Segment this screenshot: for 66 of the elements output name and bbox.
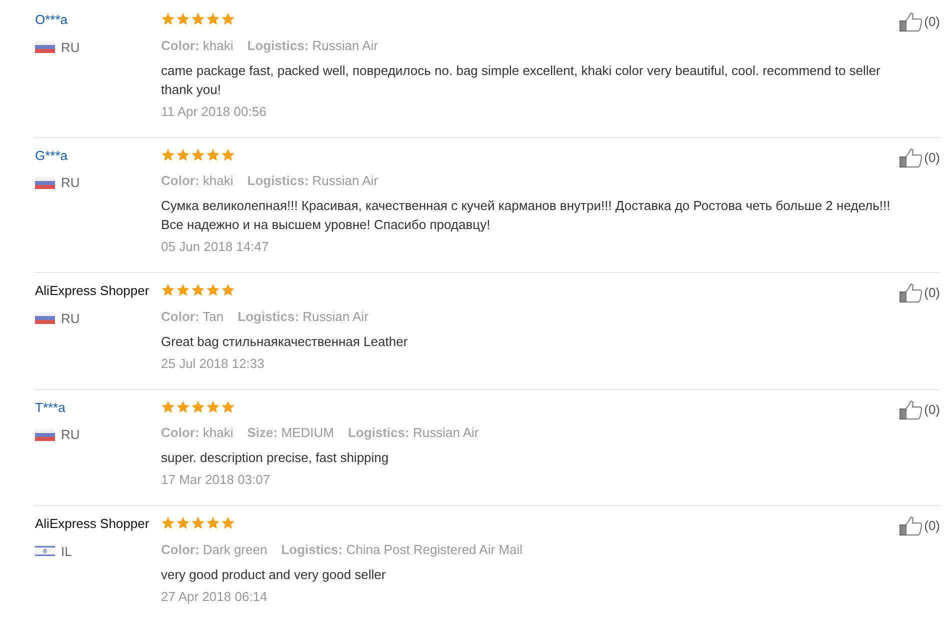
- star-icon: [176, 12, 190, 26]
- reviewer-name: AliExpress Shopper: [35, 515, 150, 533]
- star-icon: [161, 400, 175, 414]
- star-icon: [176, 516, 190, 530]
- country-code: RU: [61, 174, 80, 192]
- star-icon: [206, 12, 220, 26]
- star-icon: [161, 516, 175, 530]
- star-icon: [176, 283, 190, 297]
- product-attribute: Logistics: China Post Registered Air Mail: [281, 540, 523, 558]
- reviewer-name: AliExpress Shopper: [35, 282, 150, 300]
- product-attribute: Color: Tan: [161, 308, 224, 326]
- country-code: RU: [61, 310, 80, 328]
- star-icon: [161, 12, 175, 26]
- star-icon: [221, 283, 235, 297]
- helpful-count: (0): [924, 517, 940, 536]
- reviewer-link[interactable]: G***a: [35, 146, 68, 164]
- review-date: 25 Jul 2018 12:33: [161, 354, 266, 372]
- review-text: super. description precise, fast shipping: [161, 449, 390, 467]
- star-icon: [176, 148, 190, 162]
- star-icon: [206, 400, 220, 414]
- country-code: RU: [61, 38, 80, 56]
- star-icon: [191, 148, 205, 162]
- product-attribute: Logistics: Russian Air: [247, 172, 378, 190]
- review-text: Сумка великолепная!!! Красивая, качественная с кучей карманов внутри!!! Доставка до Ростова четь больше 2 недель!!! Все надежно и на высшем уровне! Спасибо продавцу!: [161, 197, 892, 234]
- product-attribute: Size: MEDIUM: [247, 424, 334, 442]
- star-icon: [206, 283, 220, 297]
- product-attribute: Color: khaki: [161, 36, 234, 54]
- star-icon: [191, 516, 205, 530]
- star-icon: [176, 400, 190, 414]
- review-text: Great bag стильнаякачественная Leather: [161, 332, 409, 350]
- helpful-count: (0): [924, 284, 940, 302]
- reviewer-link[interactable]: O***a: [35, 11, 68, 29]
- thumbs-up-icon[interactable]: [899, 400, 924, 420]
- review-text: very good product and very good seller: [161, 566, 387, 584]
- star-icon: [161, 148, 175, 162]
- country-code: IL: [61, 542, 72, 560]
- country-code: RU: [61, 426, 80, 444]
- helpful-count: (0): [924, 148, 940, 167]
- review-date: 17 Mar 2018 03:07: [161, 471, 272, 489]
- thumbs-up-icon[interactable]: [899, 12, 924, 32]
- star-icon: [206, 516, 220, 530]
- star-icon: [191, 12, 205, 26]
- star-icon: [221, 148, 235, 162]
- product-attribute: Logistics: Russian Air: [348, 424, 479, 442]
- review-date: 11 Apr 2018 00:56: [161, 102, 268, 120]
- star-icon: [221, 516, 235, 530]
- review-text: came package fast, packed well, повредилось no. bag simple excellent, khaki color very beautiful, cool. recommend to seller thank you!: [161, 62, 882, 98]
- reviewer-link[interactable]: T***a: [35, 398, 66, 416]
- thumbs-up-icon[interactable]: [899, 516, 924, 536]
- star-icon: [221, 12, 235, 26]
- product-attribute: Logistics: Russian Air: [247, 36, 378, 54]
- product-attribute: Color: khaki: [161, 172, 234, 190]
- star-icon: [161, 283, 175, 297]
- product-attribute: Logistics: Russian Air: [238, 308, 368, 326]
- star-icon: [191, 400, 205, 414]
- product-attribute: Color: Dark green: [161, 540, 268, 558]
- star-icon: [191, 283, 205, 297]
- star-icon: [221, 400, 235, 414]
- product-attribute: Color: khaki: [161, 424, 234, 442]
- helpful-count: (0): [924, 13, 940, 32]
- thumbs-up-icon[interactable]: [899, 148, 924, 168]
- helpful-count: (0): [924, 400, 940, 419]
- review-date: 27 Apr 2018 06:14: [161, 588, 268, 606]
- star-icon: [206, 148, 220, 162]
- thumbs-up-icon[interactable]: [899, 283, 924, 303]
- review-date: 05 Jun 2018 14:47: [161, 238, 270, 256]
